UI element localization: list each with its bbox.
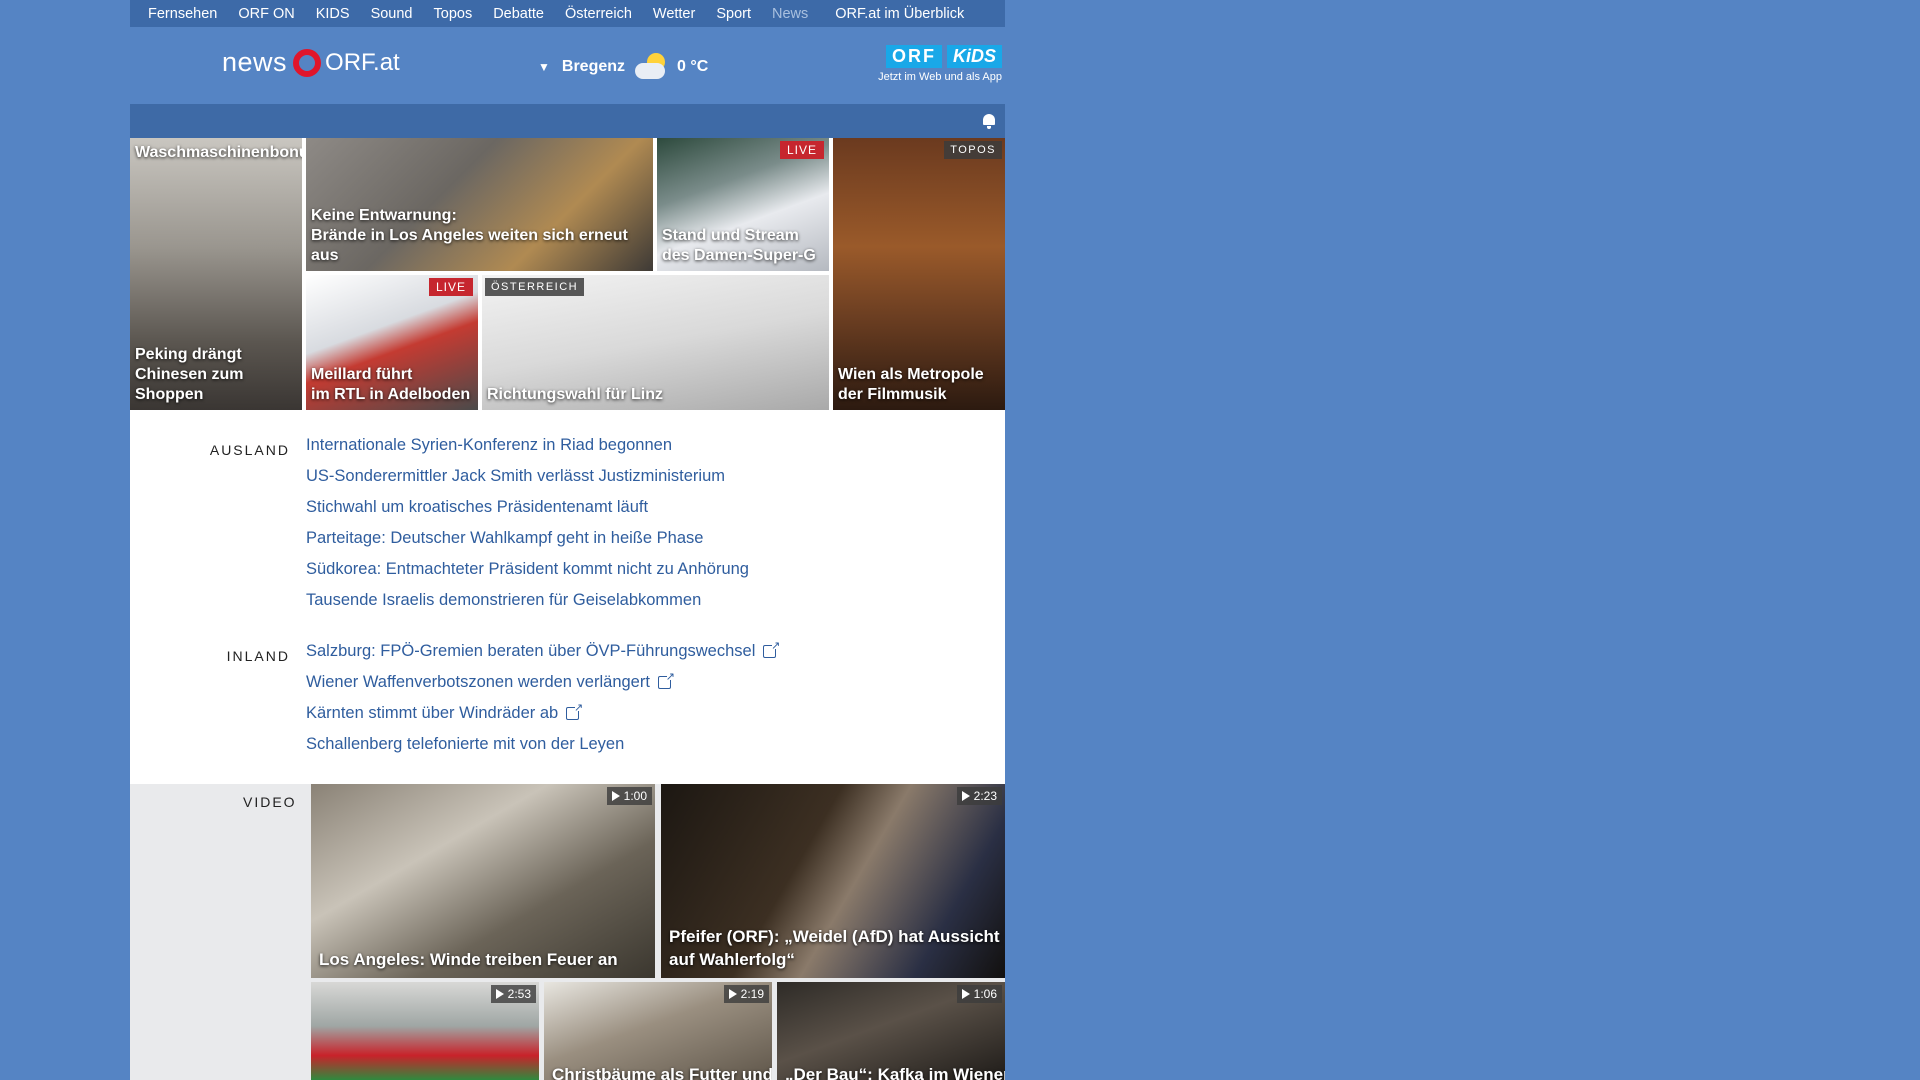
play-icon [728,989,737,999]
external-link-icon [657,670,675,689]
nav-oesterreich[interactable]: Österreich [565,6,632,22]
play-icon [961,989,970,999]
site-header: news ORF.at ▼ Bregenz 0 °C ORF KiDS Jetz… [130,27,1005,104]
kids-promo-text: Jetzt im Web und als App [878,71,1002,83]
section-label-video: VIDEO [243,794,297,810]
headline-section: AUSLAND Internationale Syrien-Konferenz … [130,410,1005,784]
teaser-caption: Stand und Stream des Damen-Super-G [662,227,816,264]
video-section: VIDEO 1:00 Los Angeles: Winde treiben Fe… [130,784,1005,1080]
video-duration: 1:00 [606,787,652,805]
orf-kids-promo[interactable]: ORF KiDS Jetzt im Web und als App [878,45,1002,83]
video-tile[interactable]: 2:19 Christbäume als Futter und [544,982,772,1080]
headline-link[interactable]: US-Sonderermittler Jack Smith verlässt J… [306,461,749,492]
headline-link-external[interactable]: Salzburg: FPÖ-Gremien beraten über ÖVP-F… [306,636,780,667]
news-orf-logo[interactable]: news ORF.at [222,47,400,78]
video-caption: Los Angeles: Winde treiben Feuer an [319,950,618,969]
headline-link[interactable]: Internationale Syrien-Konferenz in Riad … [306,430,749,461]
orf-badge: ORF [885,45,942,68]
headline-text: Wiener Waffenverbotszonen werden verläng… [306,673,650,691]
teaser-tile-linz[interactable]: ÖSTERREICH Richtungswahl für Linz [482,275,829,410]
video-tile[interactable]: 1:06 „Der Bau“: Kafka im Wiener [777,982,1005,1080]
teaser-caption: Keine Entwarnung: Brände in Los Angeles … [311,207,628,264]
live-badge: LIVE [428,278,473,296]
headline-link-external[interactable]: Kärnten stimmt über Windräder ab [306,698,776,729]
weather-temperature: 0 °C [677,58,709,75]
section-label-ausland: AUSLAND [209,442,290,458]
headline-link[interactable]: Stichwahl um kroatisches Präsidentenamt … [306,492,749,523]
nav-orf-on[interactable]: ORF ON [238,6,294,22]
topos-badge: TOPOS [944,141,1002,159]
teaser-caption: Meillard führt im RTL in Adelboden [311,366,471,403]
headline-link[interactable]: Tausende Israelis demonstrieren für Geis… [306,585,749,616]
live-badge: LIVE [779,141,824,159]
teaser-caption: Peking drängt Chinesen zum Shoppen [135,346,244,403]
nav-fernsehen[interactable]: Fernsehen [148,6,217,22]
ticker-bar [130,104,1005,138]
video-tile[interactable]: 1:00 Los Angeles: Winde treiben Feuer an [311,784,655,978]
bell-icon[interactable] [983,114,995,129]
teaser-tile-los-angeles[interactable]: Keine Entwarnung: Brände in Los Angeles … [306,138,653,271]
logo-news-text: news [222,47,288,77]
inland-link-list: Salzburg: FPÖ-Gremien beraten über ÖVP-F… [306,636,780,760]
external-link-icon [763,639,780,658]
teaser-tile-peking[interactable]: Waschmaschinenbonus: Peking drängt Chine… [130,138,302,410]
nav-overview[interactable]: ORF.at im Überblick [835,6,964,22]
nav-sport[interactable]: Sport [716,6,751,22]
chevron-down-icon: ▼ [538,60,550,74]
oesterreich-badge: ÖSTERREICH [485,278,585,296]
logo-orf-text: ORF.at [325,48,400,76]
video-caption: Pfeifer (ORF): „Weidel (AfD) hat Aussich… [669,927,1000,969]
headline-link[interactable]: Schallenberg telefonierte mit von der Le… [306,729,776,760]
teaser-tile-super-g[interactable]: LIVE Stand und Stream des Damen-Super-G [657,138,829,271]
teaser-caption: Wien als Metropole der Filmmusik [838,366,984,403]
headline-text: Kärnten stimmt über Windräder ab [306,704,559,722]
nav-wetter[interactable]: Wetter [653,6,695,22]
ausland-link-list: Internationale Syrien-Konferenz in Riad … [306,430,749,616]
nav-topos[interactable]: Topos [434,6,473,22]
teaser-tile-filmmusik[interactable]: TOPOS Wien als Metropole der Filmmusik [833,138,1005,410]
video-duration: 2:19 [723,985,769,1003]
top-navigation: Fernsehen ORF ON KIDS Sound Topos Debatt… [130,0,1005,27]
weather-city: Bregenz [561,58,626,75]
video-duration: 2:23 [956,787,1002,805]
headline-text: Salzburg: FPÖ-Gremien beraten über ÖVP-F… [306,642,756,660]
teaser-grid: Waschmaschinenbonus: Peking drängt Chine… [130,138,1005,410]
video-caption: Christbäume als Futter und [552,1065,772,1080]
nav-debatte[interactable]: Debatte [493,6,544,22]
section-label-inland: INLAND [226,648,290,664]
partly-cloudy-icon [633,53,669,81]
video-caption: „Der Bau“: Kafka im Wiener [785,1065,1005,1080]
headline-link[interactable]: Parteitage: Deutscher Wahlkampf geht in … [306,523,749,554]
nav-kids[interactable]: KIDS [316,6,350,22]
play-icon [611,791,620,801]
nav-sound[interactable]: Sound [371,6,413,22]
teaser-caption: Richtungswahl für Linz [487,386,663,403]
weather-widget[interactable]: ▼ Bregenz 0 °C [538,53,708,81]
headline-link[interactable]: Südkorea: Entmachteter Präsident kommt n… [306,554,749,585]
external-link-icon [566,701,583,720]
headline-link-external[interactable]: Wiener Waffenverbotszonen werden verläng… [306,667,776,698]
video-tile[interactable]: 2:53 [311,982,539,1080]
kids-badge: KiDS [946,45,1002,68]
teaser-tile-adelboden[interactable]: LIVE Meillard führt im RTL in Adelboden [306,275,478,410]
nav-news[interactable]: News [772,6,808,22]
orf-ring-icon [293,48,322,77]
video-duration: 1:06 [956,985,1002,1003]
video-duration: 2:53 [490,985,536,1003]
video-tile[interactable]: 2:23 Pfeifer (ORF): „Weidel (AfD) hat Au… [661,784,1005,978]
play-icon [495,989,504,999]
teaser-caption-top: Waschmaschinenbonus: [135,144,302,161]
play-icon [961,791,970,801]
